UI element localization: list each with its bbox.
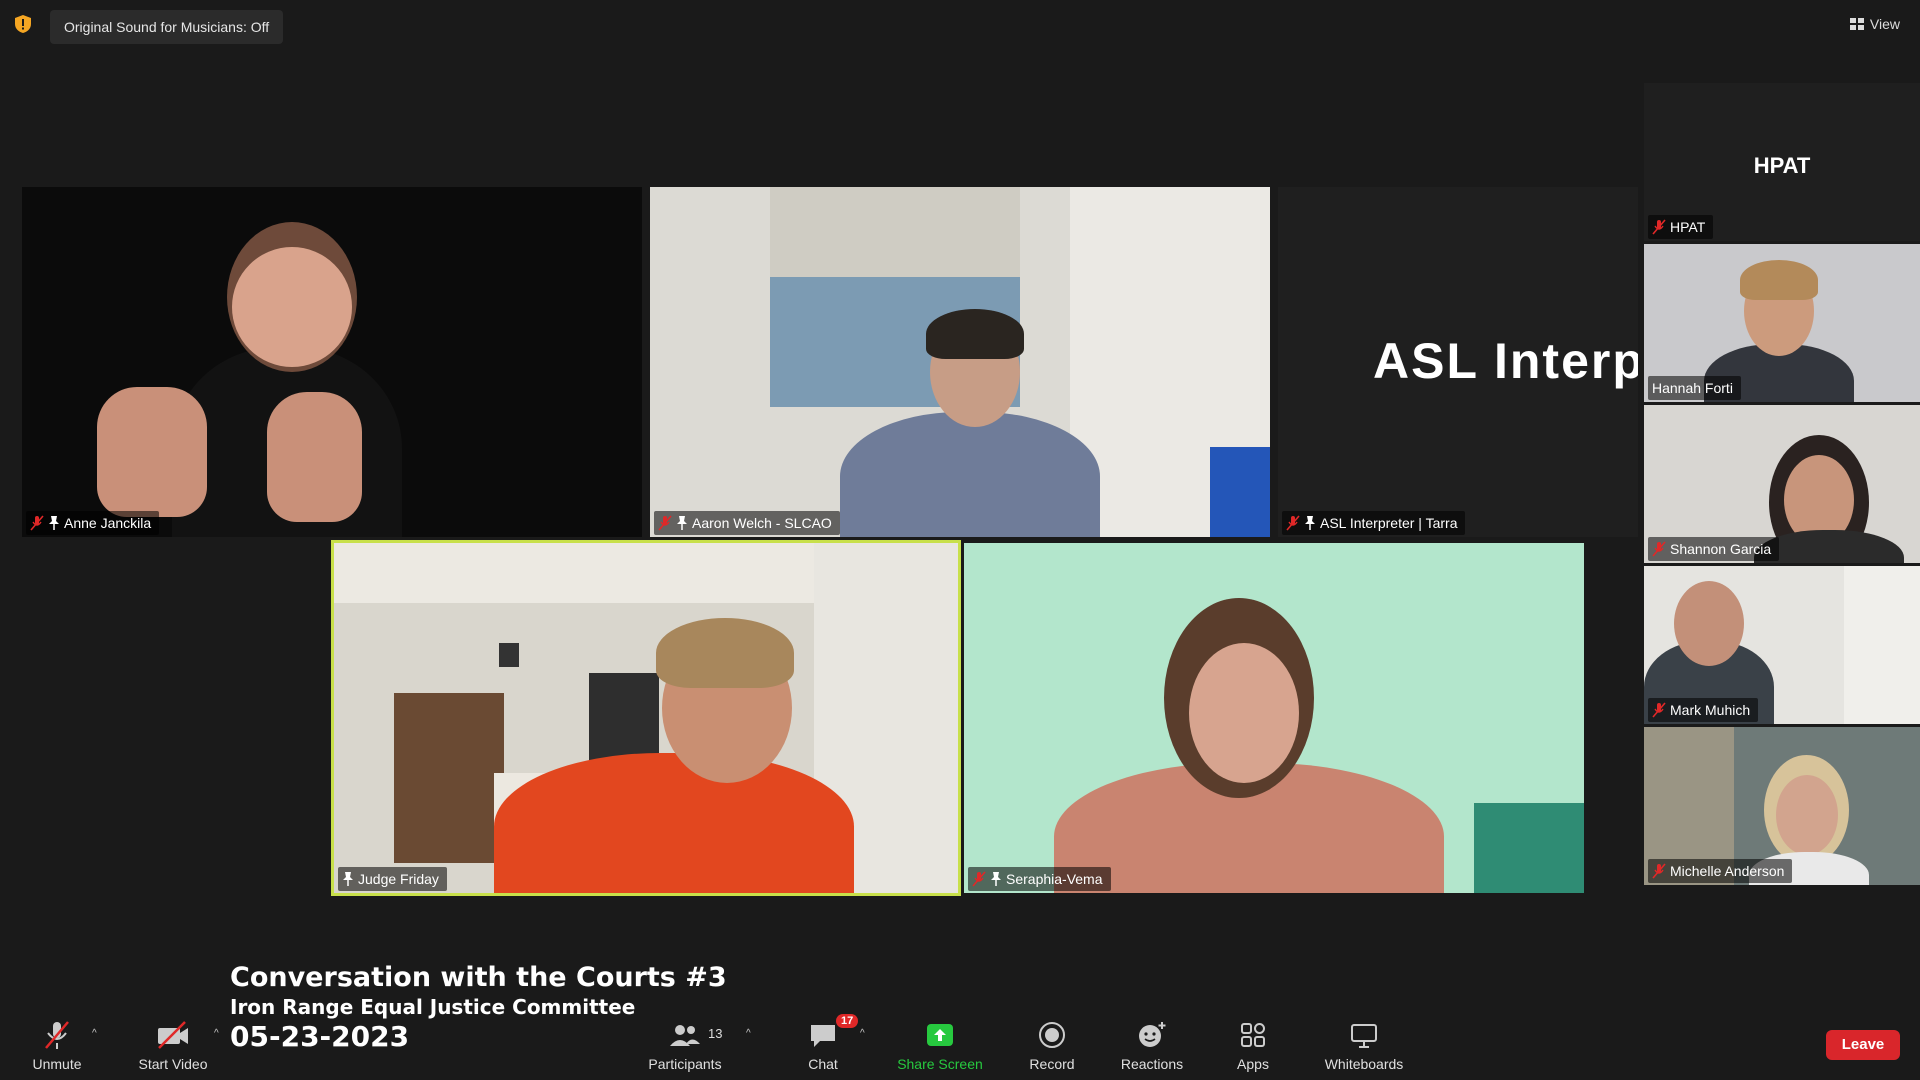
muted-mic-icon (1652, 541, 1666, 557)
chat-unread-badge: 17 (836, 1014, 859, 1028)
muted-mic-icon (1652, 219, 1666, 235)
apps-icon (1241, 1023, 1265, 1047)
participant-name: Hannah Forti (1652, 380, 1733, 396)
video-tile-seraphia-vema[interactable]: Seraphia-Vema (964, 543, 1584, 893)
start-video-label: Start Video (138, 1056, 208, 1072)
video-tile-aaron-welch[interactable]: Aaron Welch - SLCAO (650, 187, 1270, 537)
view-label: View (1869, 16, 1900, 32)
participant-nameplate: Mark Muhich (1648, 698, 1759, 722)
muted-mic-icon (30, 515, 44, 531)
participant-nameplate: Shannon Garcia (1648, 537, 1780, 561)
participant-nameplate: ASL Interpreter | Tarra (1282, 511, 1466, 535)
participant-name: Judge Friday (358, 871, 439, 887)
participant-name: Michelle Anderson (1670, 863, 1785, 879)
video-tile-anne-janckila[interactable]: Anne Janckila (22, 187, 642, 537)
whiteboards-label: Whiteboards (1324, 1056, 1404, 1072)
smiley-add-icon (1139, 1022, 1166, 1047)
unmute-label: Unmute (32, 1056, 82, 1072)
side-tile-hannah-forti[interactable]: Hannah Forti (1644, 244, 1920, 402)
pin-icon (343, 872, 353, 886)
apps-label: Apps (1237, 1056, 1269, 1072)
chat-button[interactable]: 17 Chat (763, 1014, 883, 1072)
participant-video (334, 543, 958, 893)
participant-nameplate: Aaron Welch - SLCAO (654, 511, 840, 535)
participants-icon (670, 1025, 700, 1046)
pin-icon (677, 516, 687, 530)
participant-video (22, 187, 642, 537)
start-video-button[interactable]: Start Video (113, 1018, 233, 1072)
view-button[interactable]: View (1849, 12, 1900, 36)
participant-video (650, 187, 1270, 537)
chat-options-caret[interactable]: ^ (860, 1028, 865, 1039)
record-label: Record (1029, 1056, 1075, 1072)
participants-options-caret[interactable]: ^ (746, 1028, 751, 1039)
side-tile-mark-muhich[interactable]: Mark Muhich (1644, 566, 1920, 724)
participants-label: Participants (648, 1056, 722, 1072)
reactions-label: Reactions (1120, 1056, 1184, 1072)
video-tile-judge-friday[interactable]: Judge Friday (334, 543, 958, 893)
participant-name: Seraphia-Vema (1006, 871, 1103, 887)
hpat-title: HPAT (1753, 153, 1811, 178)
participants-button[interactable]: 13 Participants (625, 1018, 745, 1072)
pin-icon (991, 872, 1001, 886)
participants-count: 13 (708, 1026, 723, 1041)
participant-nameplate: Michelle Anderson (1648, 859, 1793, 883)
pin-icon (1305, 516, 1315, 530)
record-icon (1039, 1022, 1065, 1048)
muted-mic-icon (1652, 863, 1666, 879)
meeting-toolbar: Unmute ^ Start Video ^ 13 Participants ^ (0, 1010, 1920, 1080)
video-off-icon (158, 1021, 188, 1049)
participant-nameplate: Hannah Forti (1648, 376, 1741, 400)
side-tile-michelle-anderson[interactable]: Michelle Anderson (1644, 727, 1920, 885)
participant-name: Mark Muhich (1670, 702, 1751, 718)
muted-mic-icon (1652, 702, 1666, 718)
audio-options-caret[interactable]: ^ (92, 1028, 97, 1039)
participant-name: ASL Interpreter | Tarra (1320, 515, 1458, 531)
participant-name: HPAT (1670, 219, 1706, 235)
participant-name: Shannon Garcia (1670, 541, 1772, 557)
participant-name: Aaron Welch - SLCAO (692, 515, 832, 531)
share-screen-label: Share Screen (897, 1056, 983, 1072)
muted-mic-icon (972, 871, 986, 887)
caption-title: Conversation with the Courts #3 (230, 962, 727, 993)
participant-name: Anne Janckila (64, 515, 152, 531)
chat-label: Chat (808, 1056, 838, 1072)
unmute-button[interactable]: Unmute (0, 1018, 117, 1072)
share-screen-button[interactable]: Share Screen (880, 1018, 1000, 1072)
leave-button[interactable]: Leave (1826, 1030, 1900, 1060)
participant-nameplate: Seraphia-Vema (968, 867, 1111, 891)
share-screen-icon (927, 1024, 953, 1046)
participant-nameplate: HPAT (1648, 215, 1714, 239)
whiteboard-icon (1351, 1024, 1377, 1048)
participant-video (964, 543, 1584, 893)
side-tile-shannon-garcia[interactable]: Shannon Garcia (1644, 405, 1920, 563)
whiteboards-button[interactable]: Whiteboards (1304, 1018, 1424, 1072)
participant-nameplate: Judge Friday (338, 867, 447, 891)
video-options-caret[interactable]: ^ (214, 1028, 219, 1039)
muted-mic-icon (658, 515, 672, 531)
pin-icon (49, 516, 59, 530)
original-sound-toggle[interactable]: Original Sound for Musicians: Off (50, 10, 284, 44)
top-bar: Original Sound for Musicians: Off View (0, 0, 1920, 50)
muted-microphone-icon (45, 1021, 69, 1049)
security-shield-icon[interactable] (14, 14, 32, 34)
interpreter-label-text: ASL Interp (1373, 333, 1638, 389)
video-tile-asl-interpreter[interactable]: ASL Interp ASL Interpreter | Tarra (1278, 187, 1638, 537)
side-tile-hpat[interactable]: HPAT HPAT (1644, 83, 1920, 241)
chat-bubble-icon (811, 1025, 835, 1047)
muted-mic-icon (1286, 515, 1300, 531)
participant-nameplate: Anne Janckila (26, 511, 160, 535)
grid-view-icon (1849, 18, 1864, 30)
apps-button[interactable]: Apps (1193, 1018, 1313, 1072)
